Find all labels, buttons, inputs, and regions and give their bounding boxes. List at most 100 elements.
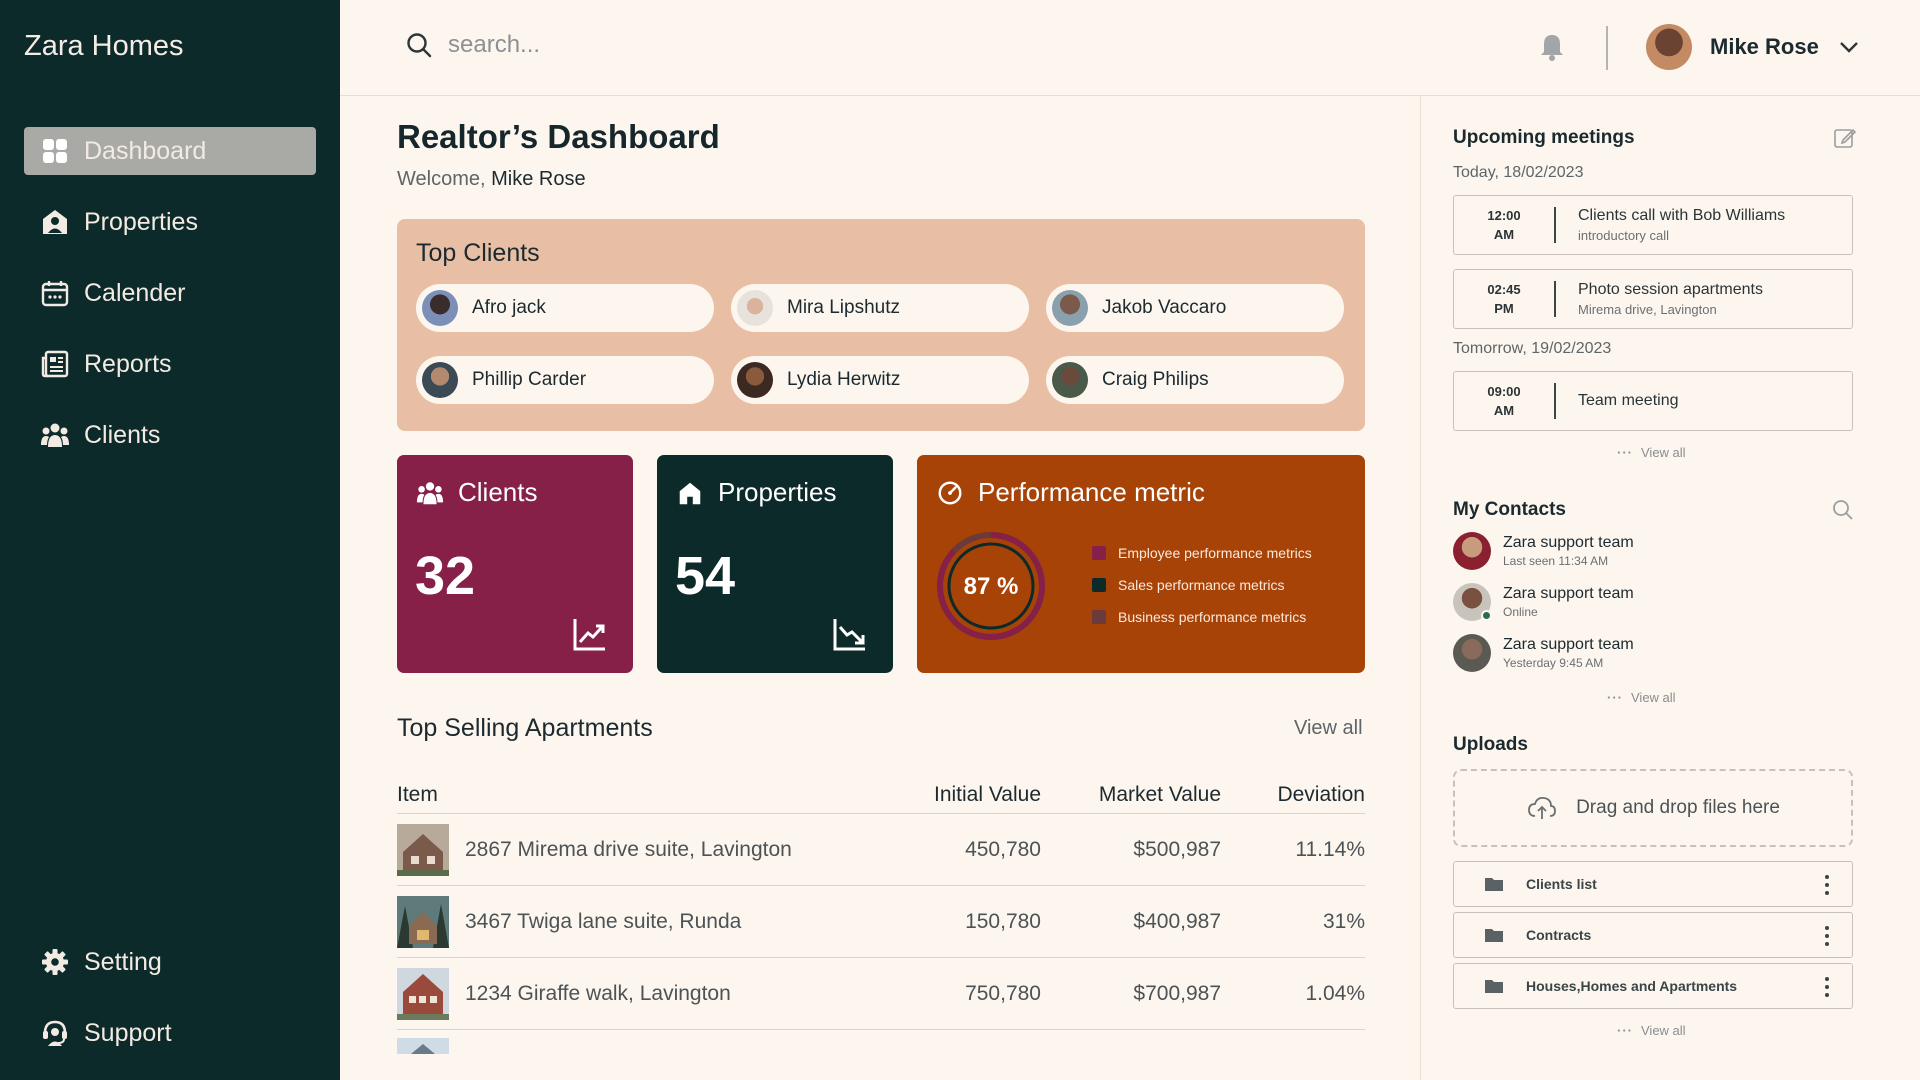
table-row[interactable]: 2867 Mirema drive suite, Lavington 450,7…	[397, 814, 1365, 886]
meeting-info: Clients call with Bob Williams introducto…	[1578, 207, 1785, 243]
avatar	[1453, 532, 1491, 570]
contact-item[interactable]: Zara support team Yesterday 9:45 AM	[1453, 634, 1634, 672]
top-selling-view-all-link[interactable]: View all	[1294, 717, 1363, 740]
user-menu[interactable]: Mike Rose	[1646, 24, 1861, 70]
sidebar-item-reports[interactable]: Reports	[24, 340, 316, 388]
user-name: Mike Rose	[1710, 34, 1819, 59]
meeting-item[interactable]: 02:45 PM Photo session apartments Mirema d…	[1453, 269, 1853, 329]
calendar-icon	[41, 281, 69, 307]
meeting-divider	[1554, 207, 1556, 243]
sidebar-item-dashboard[interactable]: Dashboard	[24, 127, 316, 175]
users-icon	[41, 423, 69, 447]
search-input[interactable]	[448, 31, 848, 59]
folder-name: Clients list	[1526, 876, 1597, 892]
users-icon	[416, 481, 444, 504]
contact-info: Zara support team Yesterday 9:45 AM	[1503, 636, 1634, 670]
sidebar-item-setting[interactable]: Setting	[24, 938, 316, 986]
view-all-label: View all	[1631, 690, 1676, 705]
search-icon[interactable]	[1831, 498, 1855, 522]
card-title-label: Performance metric	[978, 477, 1205, 507]
meeting-title: Photo session apartments	[1578, 281, 1763, 298]
brand-name: Zara Homes	[24, 30, 184, 62]
meeting-time: 12:00 AM	[1454, 206, 1554, 244]
meeting-time-ampm: AM	[1493, 227, 1515, 242]
properties-card[interactable]: Properties 54	[657, 455, 893, 673]
sidebar-item-support[interactable]: Support	[24, 1009, 316, 1057]
house-thumbnail	[397, 823, 449, 876]
meeting-time: 09:00 AM	[1454, 382, 1554, 420]
avatar	[422, 362, 458, 398]
client-chip[interactable]: Craig Philips	[1046, 356, 1344, 404]
column-header-deviation[interactable]: Deviation	[1221, 783, 1365, 807]
top-clients-panel: Top Clients Afro jack Mira Lipshutz Jako…	[397, 219, 1365, 431]
contacts-title: My Contacts	[1453, 499, 1566, 520]
table-row[interactable]: 1234 Giraffe walk, Lavington 750,780 $70…	[397, 958, 1365, 1030]
avatar	[422, 290, 458, 326]
column-header-item[interactable]: Item	[397, 783, 861, 807]
upload-folder-item[interactable]: Contracts	[1453, 912, 1853, 958]
item-cell: 1234 Giraffe walk, Lavington	[397, 967, 861, 1020]
page-title: Realtor’s Dashboard	[397, 118, 720, 155]
contact-status: Last seen 11:34 AM	[1503, 554, 1609, 568]
column-header-market-value[interactable]: Market Value	[1041, 783, 1221, 807]
top-bar: Mike Rose	[340, 0, 1920, 96]
legend-swatch	[1092, 610, 1106, 624]
uploads-view-all-link[interactable]: ··· View all	[1617, 1023, 1686, 1038]
more-options-icon[interactable]	[1824, 976, 1830, 998]
client-chip[interactable]: Afro jack	[416, 284, 714, 332]
ellipsis-icon: ···	[1617, 445, 1633, 460]
avatar	[1453, 634, 1491, 672]
edit-icon[interactable]	[1833, 126, 1857, 150]
search-box[interactable]	[404, 30, 848, 60]
column-header-initial-value[interactable]: Initial Value	[861, 783, 1041, 807]
main-content: Realtor’s Dashboard Welcome, Mike Rose T…	[340, 96, 1420, 1080]
table-row[interactable]: 3467 Twiga lane suite, Runda 150,780 $40…	[397, 886, 1365, 958]
chevron-down-icon[interactable]	[1837, 35, 1861, 59]
top-selling-title: Top Selling Apartments	[397, 714, 653, 742]
client-chip[interactable]: Jakob Vaccaro	[1046, 284, 1344, 332]
clients-card[interactable]: Clients 32	[397, 455, 633, 673]
performance-card[interactable]: Performance metric 87 % Employee perform…	[917, 455, 1365, 673]
client-chip[interactable]: Mira Lipshutz	[731, 284, 1029, 332]
bell-icon[interactable]	[1536, 31, 1568, 63]
client-chip[interactable]: Lydia Herwitz	[731, 356, 1029, 404]
client-chip[interactable]: Phillip Carder	[416, 356, 714, 404]
meeting-item[interactable]: 09:00 AM Team meeting	[1453, 371, 1853, 431]
meeting-desc: introductory call	[1578, 228, 1670, 243]
clients-card-title: Clients	[416, 477, 537, 508]
avatar	[1052, 290, 1088, 326]
more-options-icon[interactable]	[1824, 874, 1830, 896]
meetings-view-all-link[interactable]: ··· View all	[1617, 445, 1686, 460]
avatar	[737, 362, 773, 398]
clients-count: 32	[415, 546, 476, 606]
initial-value-cell: 450,780	[965, 837, 1041, 861]
meeting-desc: Mirema drive, Lavington	[1578, 302, 1717, 317]
search-icon	[407, 33, 432, 58]
sidebar-item-clients[interactable]: Clients	[24, 411, 316, 459]
gear-icon	[42, 949, 68, 975]
home-user-icon	[43, 210, 67, 234]
meeting-title: Clients call with Bob Williams	[1578, 207, 1786, 224]
legend-label: Employee performance metrics	[1118, 545, 1312, 561]
meeting-item[interactable]: 12:00 AM Clients call with Bob Williams in…	[1453, 195, 1853, 255]
more-options-icon[interactable]	[1824, 925, 1830, 947]
meeting-info: Team meeting	[1578, 392, 1679, 410]
contact-name: Zara support team	[1503, 636, 1634, 653]
upload-dropzone[interactable]: Drag and drop files here	[1453, 769, 1853, 847]
item-address: 1234 Giraffe walk, Lavington	[465, 981, 731, 1005]
avatar	[737, 290, 773, 326]
sidebar-item-label: Support	[84, 1018, 172, 1047]
sidebar-item-properties[interactable]: Properties	[24, 198, 316, 246]
reports-icon	[41, 350, 69, 378]
house-thumbnail-partial	[397, 1038, 449, 1054]
item-cell: 3467 Twiga lane suite, Runda	[397, 895, 861, 948]
uploads-title: Uploads	[1453, 734, 1528, 755]
sidebar-item-calender[interactable]: Calender	[24, 269, 316, 317]
contact-item[interactable]: Zara support team Last seen 11:34 AM	[1453, 532, 1634, 570]
folder-icon	[1485, 929, 1503, 942]
upload-folder-item[interactable]: Houses,Homes and Apartments	[1453, 963, 1853, 1009]
contacts-view-all-link[interactable]: ··· View all	[1607, 690, 1676, 705]
sidebar-item-label: Calender	[84, 278, 186, 307]
upload-folder-item[interactable]: Clients list	[1453, 861, 1853, 907]
contact-item[interactable]: Zara support team Online	[1453, 583, 1634, 621]
